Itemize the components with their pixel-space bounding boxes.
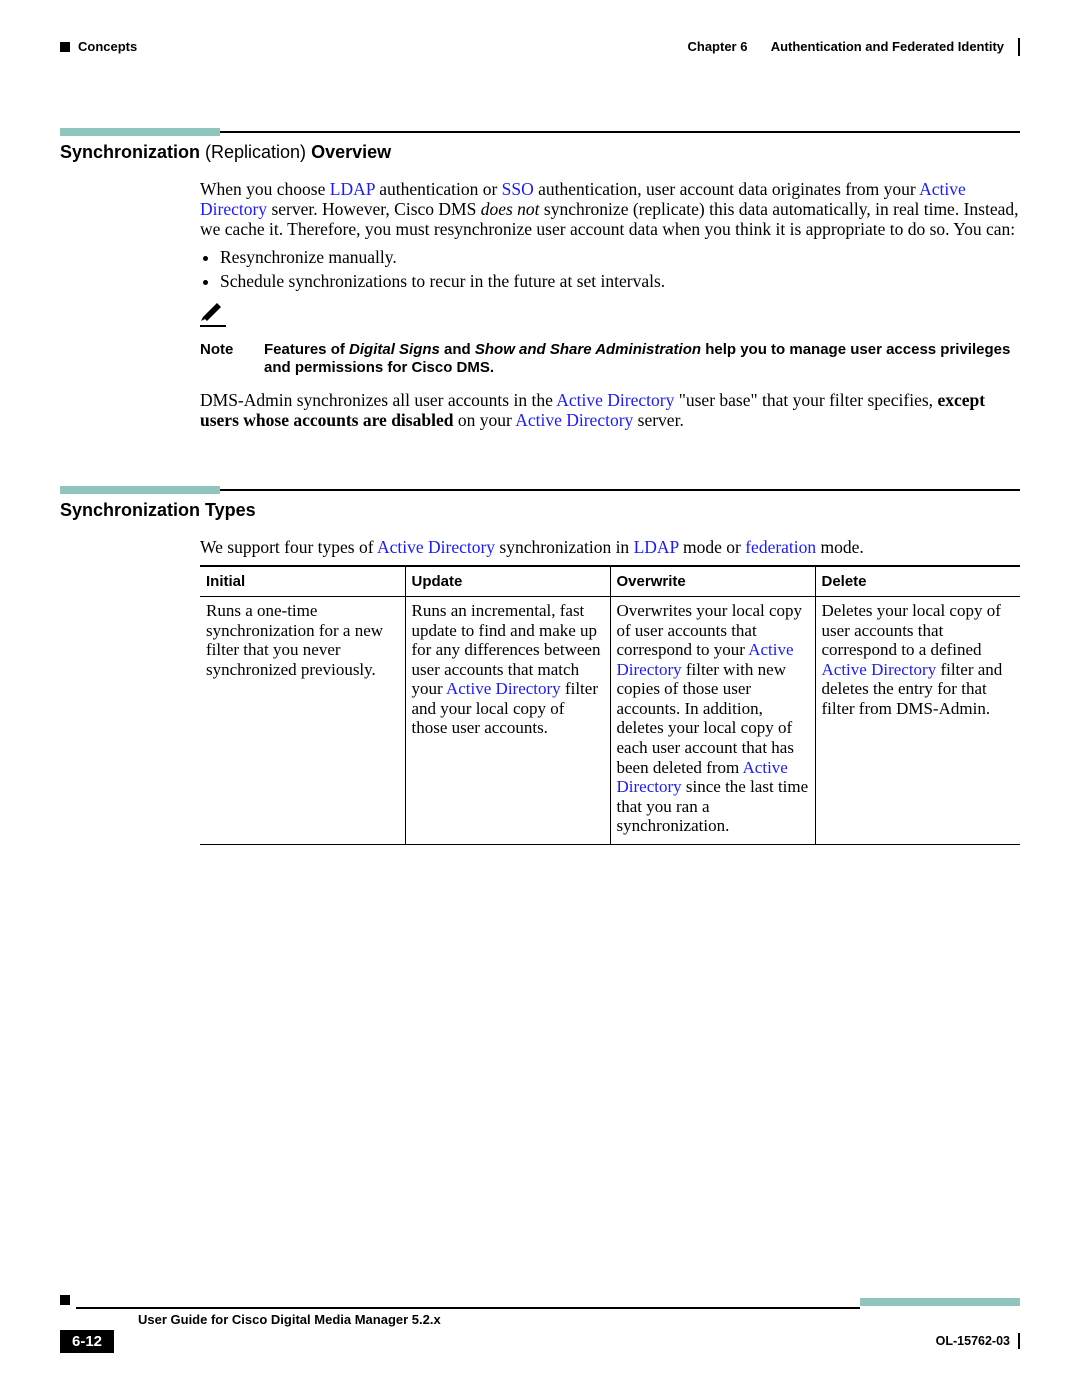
header-chapter-label: Chapter 6: [688, 40, 748, 55]
footer-doc-id: OL-15762-03: [936, 1333, 1020, 1349]
link-ldap[interactable]: LDAP: [330, 179, 375, 199]
table-header-row: Initial Update Overwrite Delete: [200, 566, 1020, 597]
note-pencil-icon: [200, 299, 226, 327]
square-marker-icon: [60, 1295, 70, 1305]
header-section: Concepts: [78, 40, 137, 55]
section-rule: [60, 128, 1020, 136]
bullet-resync-manual: Resynchronize manually.: [220, 247, 1020, 267]
link-active-directory[interactable]: Active Directory: [377, 537, 495, 557]
link-sso[interactable]: SSO: [502, 179, 534, 199]
page: Concepts Chapter 6 Authentication and Fe…: [0, 0, 1080, 1397]
header-left: Concepts: [60, 40, 137, 55]
content-area: Synchronization (Replication) Overview W…: [60, 128, 1020, 845]
link-ldap[interactable]: LDAP: [634, 537, 679, 557]
bullet-schedule-sync: Schedule synchronizations to recur in th…: [220, 271, 1020, 291]
link-active-directory[interactable]: Active Directory: [556, 390, 674, 410]
link-federation[interactable]: federation: [745, 537, 816, 557]
cell-overwrite: Overwrites your local copy of user accou…: [610, 597, 815, 845]
heading-sync-overview: Synchronization (Replication) Overview: [60, 142, 1020, 163]
header-right: Chapter 6 Authentication and Federated I…: [688, 38, 1021, 56]
square-marker-icon: [60, 42, 70, 52]
sync-types-intro: We support four types of Active Director…: [200, 537, 1020, 557]
overview-bullets: Resynchronize manually. Schedule synchro…: [220, 247, 1020, 291]
running-header: Concepts Chapter 6 Authentication and Fe…: [60, 38, 1020, 56]
header-divider-icon: [1018, 38, 1020, 56]
sync-overview-body: When you choose LDAP authentication or S…: [200, 179, 1020, 430]
cell-initial: Runs a one-time synchronization for a ne…: [200, 597, 405, 845]
note-text: Features of Digital Signs and Show and S…: [264, 341, 1020, 376]
section-rule: [60, 486, 1020, 494]
sync-types-table: Initial Update Overwrite Delete Runs a o…: [200, 565, 1020, 845]
table-row: Runs a one-time synchronization for a ne…: [200, 597, 1020, 845]
col-update: Update: [405, 566, 610, 597]
link-active-directory[interactable]: Active Directory: [515, 410, 633, 430]
footer-guide-title: User Guide for Cisco Digital Media Manag…: [138, 1313, 1020, 1328]
cell-delete: Deletes your local copy of user accounts…: [815, 597, 1020, 845]
note-block: Note Features of Digital Signs and Show …: [200, 299, 1020, 376]
running-footer: User Guide for Cisco Digital Media Manag…: [60, 1295, 1020, 1353]
overview-para-2: DMS-Admin synchronizes all user accounts…: [200, 390, 1020, 430]
note-label: Note: [200, 341, 246, 358]
col-initial: Initial: [200, 566, 405, 597]
page-number-badge: 6-12: [60, 1330, 114, 1353]
link-active-directory[interactable]: Active Directory: [822, 660, 937, 679]
section-sync-types: Synchronization Types We support four ty…: [60, 486, 1020, 845]
col-overwrite: Overwrite: [610, 566, 815, 597]
heading-sync-types: Synchronization Types: [60, 500, 1020, 521]
cell-update: Runs an incremental, fast update to find…: [405, 597, 610, 845]
sync-types-body: We support four types of Active Director…: [200, 537, 1020, 845]
footer-divider-icon: [1018, 1333, 1020, 1349]
overview-para-1: When you choose LDAP authentication or S…: [200, 179, 1020, 239]
header-chapter-title: Authentication and Federated Identity: [771, 40, 1004, 55]
col-delete: Delete: [815, 566, 1020, 597]
footer-rule: [60, 1295, 1020, 1309]
link-active-directory[interactable]: Active Directory: [446, 679, 561, 698]
